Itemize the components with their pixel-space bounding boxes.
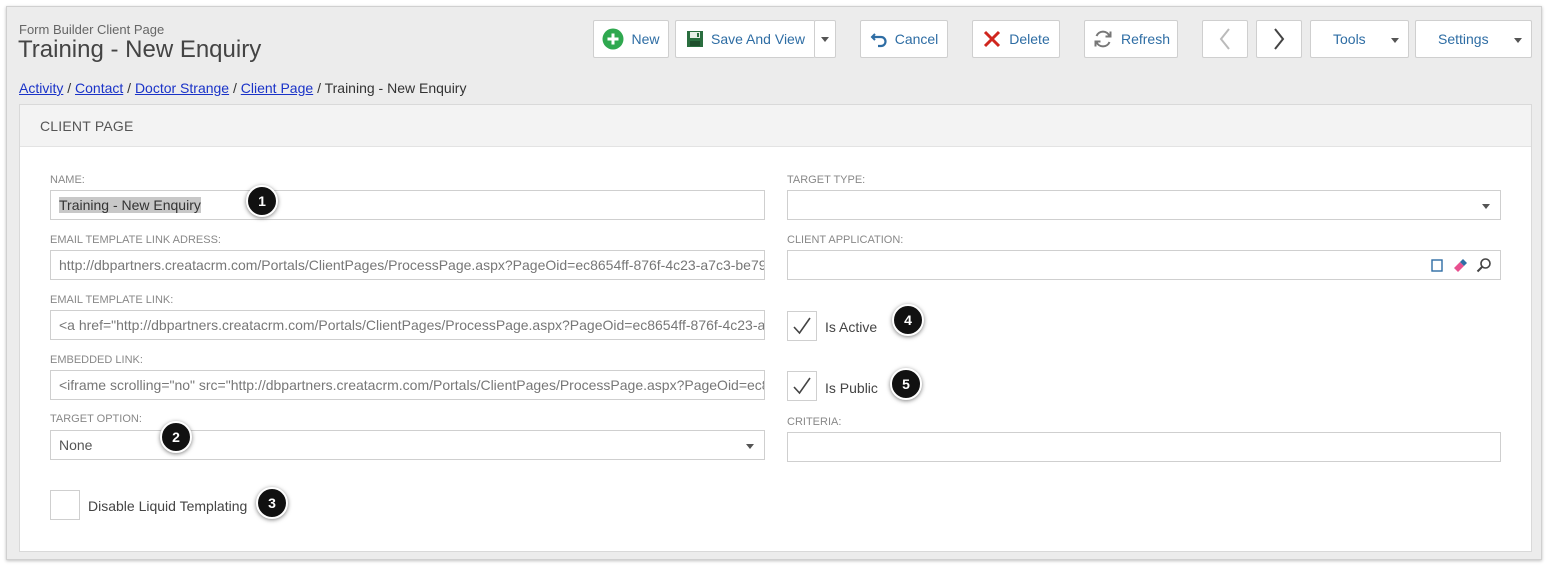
breadcrumb-client-page[interactable]: Client Page	[241, 80, 313, 96]
page-subtitle: Form Builder Client Page	[19, 22, 165, 37]
target-option-select[interactable]: None	[50, 430, 765, 460]
criteria-field[interactable]	[787, 432, 1501, 462]
save-icon	[686, 30, 704, 48]
breadcrumb-activity[interactable]: Activity	[19, 80, 63, 96]
email-link-label: EMAIL TEMPLATE LINK:	[50, 294, 174, 306]
new-button[interactable]: New	[593, 20, 669, 58]
callout-badge-1: 1	[246, 185, 278, 217]
breadcrumb-contact[interactable]: Contact	[75, 80, 123, 96]
target-option-value: None	[59, 437, 93, 453]
name-label: NAME:	[50, 174, 85, 186]
check-icon	[793, 377, 811, 395]
new-button-label: New	[631, 31, 660, 47]
is-active-checkbox[interactable]	[787, 311, 817, 341]
cancel-button[interactable]: Cancel	[860, 20, 948, 58]
client-application-label: CLIENT APPLICATION:	[787, 234, 904, 246]
chevron-down-icon	[821, 36, 829, 42]
refresh-button[interactable]: Refresh	[1084, 20, 1178, 58]
email-link-address-field[interactable]: http://dbpartners.creatacrm.com/Portals/…	[50, 250, 765, 280]
name-field[interactable]: Training - New Enquiry	[50, 190, 765, 220]
is-public-label: Is Public	[825, 380, 878, 396]
panel-header: CLIENT PAGE	[20, 105, 1531, 147]
undo-icon	[870, 30, 888, 48]
chevron-down-icon	[1514, 38, 1522, 43]
disable-liquid-label: Disable Liquid Templating	[88, 498, 248, 514]
chevron-down-icon	[1482, 204, 1490, 209]
eraser-icon[interactable]	[1452, 257, 1468, 273]
chevron-left-icon	[1218, 27, 1232, 51]
is-active-label: Is Active	[825, 319, 878, 335]
chevron-right-icon	[1272, 27, 1286, 51]
plus-circle-icon	[602, 28, 624, 50]
cancel-button-label: Cancel	[894, 31, 939, 47]
client-application-field[interactable]	[787, 250, 1501, 280]
delete-button-label: Delete	[1009, 31, 1050, 47]
delete-button[interactable]: Delete	[972, 20, 1060, 58]
email-link-field[interactable]: <a href="http://dbpartners.creatacrm.com…	[50, 310, 765, 340]
refresh-icon	[1092, 28, 1114, 50]
callout-badge-3: 3	[256, 487, 288, 519]
next-button[interactable]	[1256, 20, 1302, 58]
check-icon	[793, 317, 811, 335]
refresh-button-label: Refresh	[1120, 31, 1171, 47]
callout-badge-2: 2	[160, 421, 192, 453]
settings-menu[interactable]: Settings	[1415, 20, 1532, 58]
page-title: Training - New Enquiry	[18, 36, 262, 63]
previous-button[interactable]	[1202, 20, 1248, 58]
target-option-label: TARGET OPTION:	[50, 413, 142, 425]
save-options-dropdown[interactable]	[814, 20, 836, 58]
save-and-view-label: Save And View	[711, 31, 805, 47]
embedded-link-label: EMBEDDED LINK:	[50, 354, 143, 366]
breadcrumb: Activity / Contact / Doctor Strange / Cl…	[19, 80, 467, 96]
chevron-down-icon	[746, 444, 754, 449]
breadcrumb-doctor-strange[interactable]: Doctor Strange	[135, 80, 229, 96]
copy-icon[interactable]	[1430, 257, 1444, 273]
disable-liquid-checkbox[interactable]	[50, 490, 80, 520]
save-and-view-button[interactable]: Save And View	[675, 20, 815, 58]
criteria-label: CRITERIA:	[787, 416, 842, 428]
tools-menu-label: Tools	[1333, 31, 1366, 47]
chevron-down-icon	[1391, 38, 1399, 43]
is-public-checkbox[interactable]	[787, 371, 817, 401]
name-field-value: Training - New Enquiry	[59, 197, 201, 213]
x-icon	[982, 29, 1002, 49]
target-type-select[interactable]	[787, 190, 1501, 220]
email-link-address-label: EMAIL TEMPLATE LINK ADRESS:	[50, 234, 221, 246]
target-type-label: TARGET TYPE:	[787, 174, 866, 186]
search-icon[interactable]	[1476, 257, 1492, 273]
settings-menu-label: Settings	[1438, 31, 1489, 47]
breadcrumb-current: Training - New Enquiry	[324, 80, 467, 96]
tools-menu[interactable]: Tools	[1310, 20, 1409, 58]
callout-badge-5: 5	[890, 368, 922, 400]
embedded-link-field[interactable]: <iframe scrolling="no" src="http://dbpar…	[50, 370, 765, 400]
callout-badge-4: 4	[892, 304, 924, 336]
